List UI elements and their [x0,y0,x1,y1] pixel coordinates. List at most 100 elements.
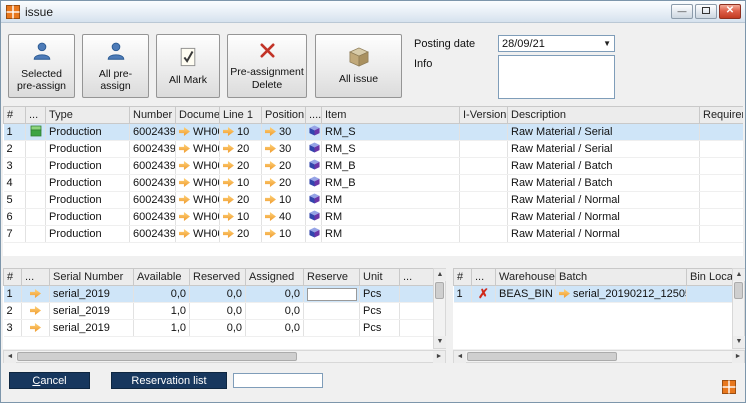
link-arrow-icon[interactable] [265,195,276,204]
titlebar[interactable]: issue [1,1,745,23]
link-arrow-icon[interactable] [179,161,190,170]
cell-item[interactable]: RM_S [322,141,460,158]
cell-line1[interactable]: 10 [220,209,262,226]
table-row[interactable]: 3 serial_2019 1,0 0,0 0,0 Pcs [4,320,434,337]
table-row[interactable]: 7 Production 6002439 WH001 20 10 RM Raw … [4,226,744,243]
link-arrow-icon[interactable] [223,127,234,136]
cell-extra[interactable] [400,303,434,320]
cell-line1[interactable]: 20 [220,192,262,209]
link-arrow-icon[interactable] [179,229,190,238]
cell-extra[interactable] [400,320,434,337]
table-row[interactable]: 1 Production 6002439 WH001 10 30 RM_S Ra… [4,124,744,141]
cell-iversion[interactable] [460,124,508,141]
col-position[interactable]: Position [262,107,306,124]
batch-horizontal-scrollbar[interactable]: ◄ ► [453,350,745,363]
link-arrow-icon[interactable] [179,178,190,187]
cell-type[interactable]: Production [46,158,130,175]
cell-description[interactable]: Raw Material / Batch [508,158,700,175]
cell-item[interactable]: RM_S [322,124,460,141]
cell-type[interactable]: Production [46,141,130,158]
batch-vertical-scrollbar[interactable]: ▲ ▼ [732,268,745,349]
link-arrow-icon[interactable] [223,195,234,204]
col-bin-location[interactable]: Bin Location [687,269,733,286]
cell-item[interactable]: RM [322,192,460,209]
reservation-list-button[interactable]: Reservation list [111,372,227,389]
all-pre-assign-button[interactable]: All pre-assign [82,34,149,98]
link-arrow-icon[interactable] [265,161,276,170]
cell-assigned[interactable]: 0,0 [246,303,304,320]
cell-description[interactable]: Raw Material / Normal [508,209,700,226]
cell-item[interactable]: RM_B [322,158,460,175]
cell-reserved[interactable]: 0,0 [190,303,246,320]
cell-requirement[interactable] [700,158,744,175]
link-arrow-icon[interactable] [22,320,50,337]
link-arrow-icon[interactable] [559,289,570,298]
cell-reserved[interactable]: 0,0 [190,286,246,303]
cell-document[interactable]: WH001 [176,141,220,158]
col-row-number[interactable]: # [454,269,472,286]
cell-warehouse[interactable]: BEAS_BIN [496,286,556,303]
resize-grip-icon[interactable] [722,380,736,397]
cell-number[interactable]: 6002439 [130,175,176,192]
cell-item[interactable]: RM_B [322,175,460,192]
scroll-left-arrow[interactable]: ◄ [4,351,16,363]
cell-line1[interactable]: 10 [220,124,262,141]
scroll-down-arrow[interactable]: ▼ [434,336,446,348]
posting-date-select[interactable]: 28/09/21 ▼ [498,35,615,52]
col-reserved[interactable]: Reserved [190,269,246,286]
all-issue-button[interactable]: All issue [315,34,402,98]
scroll-down-arrow[interactable]: ▼ [733,336,745,348]
table-row[interactable]: 2 serial_2019 1,0 0,0 0,0 Pcs [4,303,434,320]
table-row[interactable]: 2 Production 6002439 WH001 20 30 RM_S Ra… [4,141,744,158]
link-arrow-icon[interactable] [265,212,276,221]
cell-number[interactable]: 6002439 [130,226,176,243]
col-dots[interactable]: .... [306,107,322,124]
cell-iversion[interactable] [460,226,508,243]
link-arrow-icon[interactable] [22,286,50,303]
col-iversion[interactable]: I-Version [460,107,508,124]
scroll-up-arrow[interactable]: ▲ [733,269,745,281]
close-button[interactable]: ✕ [719,4,741,19]
cancel-button[interactable]: Cancel [9,372,90,389]
cell-type[interactable]: Production [46,209,130,226]
pre-assignment-delete-button[interactable]: Pre-assignment Delete [227,34,307,98]
cell-number[interactable]: 6002439 [130,141,176,158]
col-available[interactable]: Available [134,269,190,286]
table-row[interactable]: 5 Production 6002439 WH001 20 10 RM Raw … [4,192,744,209]
col-dots[interactable]: ... [400,269,434,286]
cell-serial-number[interactable]: serial_2019 [50,320,134,337]
col-warehouse[interactable]: Warehouse [496,269,556,286]
scrollbar-thumb[interactable] [734,282,743,299]
cell-position[interactable]: 10 [262,192,306,209]
cell-iversion[interactable] [460,209,508,226]
link-arrow-icon[interactable] [223,144,234,153]
cell-description[interactable]: Raw Material / Normal [508,192,700,209]
cell-document[interactable]: WH001 [176,158,220,175]
col-document[interactable]: Document [176,107,220,124]
cell-number[interactable]: 6002439 [130,158,176,175]
cell-serial-number[interactable]: serial_2019 [50,303,134,320]
cell-iversion[interactable] [460,158,508,175]
cell-type[interactable]: Production [46,124,130,141]
col-icon[interactable]: ... [22,269,50,286]
cell-requirement[interactable] [700,175,744,192]
link-arrow-icon[interactable] [265,127,276,136]
col-serial-number[interactable]: Serial Number [50,269,134,286]
cell-iversion[interactable] [460,192,508,209]
scroll-up-arrow[interactable]: ▲ [434,269,446,281]
cell-available[interactable]: 1,0 [134,303,190,320]
cell-number[interactable]: 6002439 [130,124,176,141]
col-number[interactable]: Number [130,107,176,124]
reserve-input[interactable] [307,288,357,301]
cell-reserved[interactable]: 0,0 [190,320,246,337]
cell-available[interactable]: 1,0 [134,320,190,337]
scroll-right-arrow[interactable]: ► [433,351,445,363]
cell-line1[interactable]: 20 [220,141,262,158]
link-arrow-icon[interactable] [179,144,190,153]
link-arrow-icon[interactable] [223,178,234,187]
delete-x-icon[interactable]: ✗ [472,286,496,303]
cell-position[interactable]: 30 [262,124,306,141]
scroll-left-arrow[interactable]: ◄ [454,351,466,363]
cell-iversion[interactable] [460,175,508,192]
col-type[interactable]: Type [46,107,130,124]
